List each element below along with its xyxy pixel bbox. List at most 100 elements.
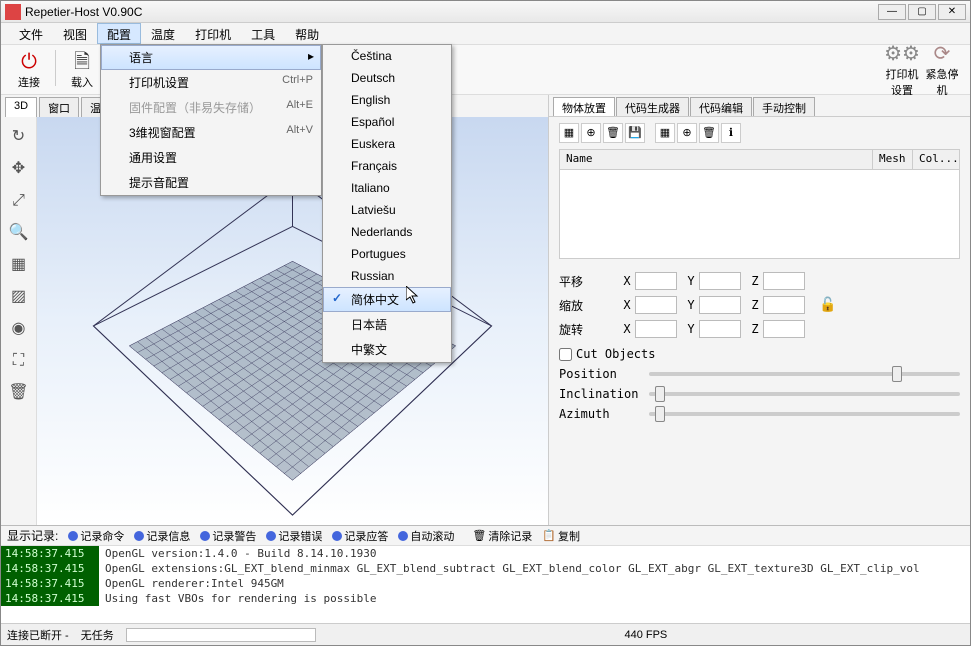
view-tool-7[interactable]: ⛶ (5, 347, 33, 375)
log-toggle-记录应答[interactable]: 记录应答 (332, 528, 388, 544)
menu-帮助[interactable]: 帮助 (285, 23, 329, 44)
lang-item-日本語[interactable]: 日本語 (323, 312, 451, 337)
view-tool-2[interactable]: ⤢ (5, 187, 33, 215)
slider-thumb[interactable] (655, 386, 665, 402)
log-message: OpenGL extensions:GL_EXT_blend_minmax GL… (99, 561, 926, 576)
view-tab-3D[interactable]: 3D (5, 97, 37, 117)
tool-left-0[interactable]: ⏻连接 (9, 50, 49, 90)
lang-item-Portugues[interactable]: Portugues (323, 243, 451, 265)
log-toggle-记录错误[interactable]: 记录错误 (266, 528, 322, 544)
slider-thumb[interactable] (892, 366, 902, 382)
lang-item-Italiano[interactable]: Italiano (323, 177, 451, 199)
config-menu-item[interactable]: 提示音配置 (101, 170, 321, 195)
obj-tool-6[interactable]: 🗑 (699, 123, 719, 143)
right-tab-3[interactable]: 手动控制 (753, 97, 815, 116)
object-placement-panel: ▦⊕🗑💾▦⊕🗑ℹ Name Mesh Col... 平移XYZ缩放XYZ🔓旋转X… (549, 117, 970, 525)
col-mesh[interactable]: Mesh (873, 150, 913, 169)
lang-item-中繁文[interactable]: 中繁文 (323, 337, 451, 362)
transform-input-旋转-X[interactable] (635, 320, 677, 338)
obj-tool-3[interactable]: 💾 (625, 123, 645, 143)
transform-input-平移-X[interactable] (635, 272, 677, 290)
lang-item-Español[interactable]: Español (323, 111, 451, 133)
obj-tool-4[interactable]: ▦ (655, 123, 675, 143)
view-tool-8[interactable]: 🗑 (5, 379, 33, 407)
config-menu-item[interactable]: 语言▸ (101, 45, 321, 70)
object-table-header: Name Mesh Col... (560, 150, 959, 170)
lang-item-Français[interactable]: Français (323, 155, 451, 177)
cut-objects-checkbox[interactable] (559, 348, 572, 361)
lang-item-Nederlands[interactable]: Nederlands (323, 221, 451, 243)
transform-input-旋转-Y[interactable] (699, 320, 741, 338)
view-tool-3[interactable]: 🔍 (5, 219, 33, 247)
log-body[interactable]: 14:58:37.415OpenGL version:1.4.0 - Build… (1, 546, 970, 623)
obj-tool-0[interactable]: ▦ (559, 123, 579, 143)
obj-tool-1[interactable]: ⊕ (581, 123, 601, 143)
menu-温度[interactable]: 温度 (141, 23, 185, 44)
view-tool-1[interactable]: ✥ (5, 155, 33, 183)
view-tool-5[interactable]: ▨ (5, 283, 33, 311)
transform-input-平移-Z[interactable] (763, 272, 805, 290)
transform-input-缩放-X[interactable] (635, 296, 677, 314)
obj-tool-5[interactable]: ⊕ (677, 123, 697, 143)
view-tab-窗口[interactable]: 窗口 (39, 97, 79, 117)
lang-item-Russian[interactable]: Russian (323, 265, 451, 287)
slider-track[interactable] (649, 412, 960, 416)
tool-left-1[interactable]: 🗎载入 (62, 50, 102, 90)
minimize-button[interactable]: — (878, 4, 906, 20)
menu-文件[interactable]: 文件 (9, 23, 53, 44)
log-toggle-记录命令[interactable]: 记录命令 (68, 528, 124, 544)
menu-配置[interactable]: 配置 (97, 23, 141, 44)
right-tabs: 物体放置代码生成器代码编辑手动控制 (549, 95, 970, 117)
lang-item-Čeština[interactable]: Čeština (323, 45, 451, 67)
menu-工具[interactable]: 工具 (241, 23, 285, 44)
lang-item-Euskera[interactable]: Euskera (323, 133, 451, 155)
menu-视图[interactable]: 视图 (53, 23, 97, 44)
right-tab-2[interactable]: 代码编辑 (690, 97, 752, 116)
transform-input-缩放-Z[interactable] (763, 296, 805, 314)
view-tool-0[interactable]: ↻ (5, 123, 33, 151)
right-tab-1[interactable]: 代码生成器 (616, 97, 689, 116)
maximize-button[interactable]: ▢ (908, 4, 936, 20)
slider-inclination: Inclination (559, 387, 960, 401)
col-name[interactable]: Name (560, 150, 873, 169)
view-tool-6[interactable]: ◉ (5, 315, 33, 343)
lang-item-简体中文[interactable]: ✓简体中文 (323, 287, 451, 312)
lang-label: Français (351, 159, 397, 173)
close-button[interactable]: ✕ (938, 4, 966, 20)
object-table[interactable]: Name Mesh Col... (559, 149, 960, 259)
slider-position: Position (559, 367, 960, 381)
slider-thumb[interactable] (655, 406, 665, 422)
log-message: Using fast VBOs for rendering is possibl… (99, 591, 383, 606)
log-action-复制[interactable]: 📋复制 (542, 528, 580, 544)
config-menu-item[interactable]: 打印机设置Ctrl+P (101, 70, 321, 95)
config-menu-item[interactable]: 3维视窗配置Alt+V (101, 120, 321, 145)
right-tab-0[interactable]: 物体放置 (553, 97, 615, 116)
config-menu[interactable]: 语言▸打印机设置Ctrl+P固件配置（非易失存储）Alt+E3维视窗配置Alt+… (100, 44, 322, 196)
transform-input-缩放-Y[interactable] (699, 296, 741, 314)
slider-track[interactable] (649, 392, 960, 396)
slider-track[interactable] (649, 372, 960, 376)
language-submenu[interactable]: ČeštinaDeutschEnglishEspañolEuskera Franç… (322, 44, 452, 363)
view-tool-4[interactable]: ▦ (5, 251, 33, 279)
log-toggle-记录警告[interactable]: 记录警告 (200, 528, 256, 544)
toggle-dot-icon (200, 531, 210, 541)
transform-input-旋转-Z[interactable] (763, 320, 805, 338)
tool-left-label: 载入 (62, 74, 102, 90)
axis-label-X: X (619, 298, 635, 312)
log-toggle-自动滚动[interactable]: 自动滚动 (398, 528, 454, 544)
lang-item-English[interactable]: English (323, 89, 451, 111)
menu-打印机[interactable]: 打印机 (185, 23, 241, 44)
lang-item-Deutsch[interactable]: Deutsch (323, 67, 451, 89)
transform-input-平移-Y[interactable] (699, 272, 741, 290)
config-menu-item[interactable]: 通用设置 (101, 145, 321, 170)
log-toggle-记录信息[interactable]: 记录信息 (134, 528, 190, 544)
obj-tool-7[interactable]: ℹ (721, 123, 741, 143)
col-color[interactable]: Col... (913, 150, 959, 169)
lang-item-Latviešu[interactable]: Latviešu (323, 199, 451, 221)
tool-right-1[interactable]: ⟳紧急停机 (922, 42, 962, 98)
obj-tool-2[interactable]: 🗑 (603, 123, 623, 143)
tool-right-0[interactable]: ⚙⚙打印机设置 (882, 42, 922, 98)
log-action-清除记录[interactable]: 🗑清除记录 (472, 528, 532, 544)
lang-label: 中繁文 (351, 343, 387, 357)
lock-icon[interactable]: 🔓 (819, 297, 836, 313)
